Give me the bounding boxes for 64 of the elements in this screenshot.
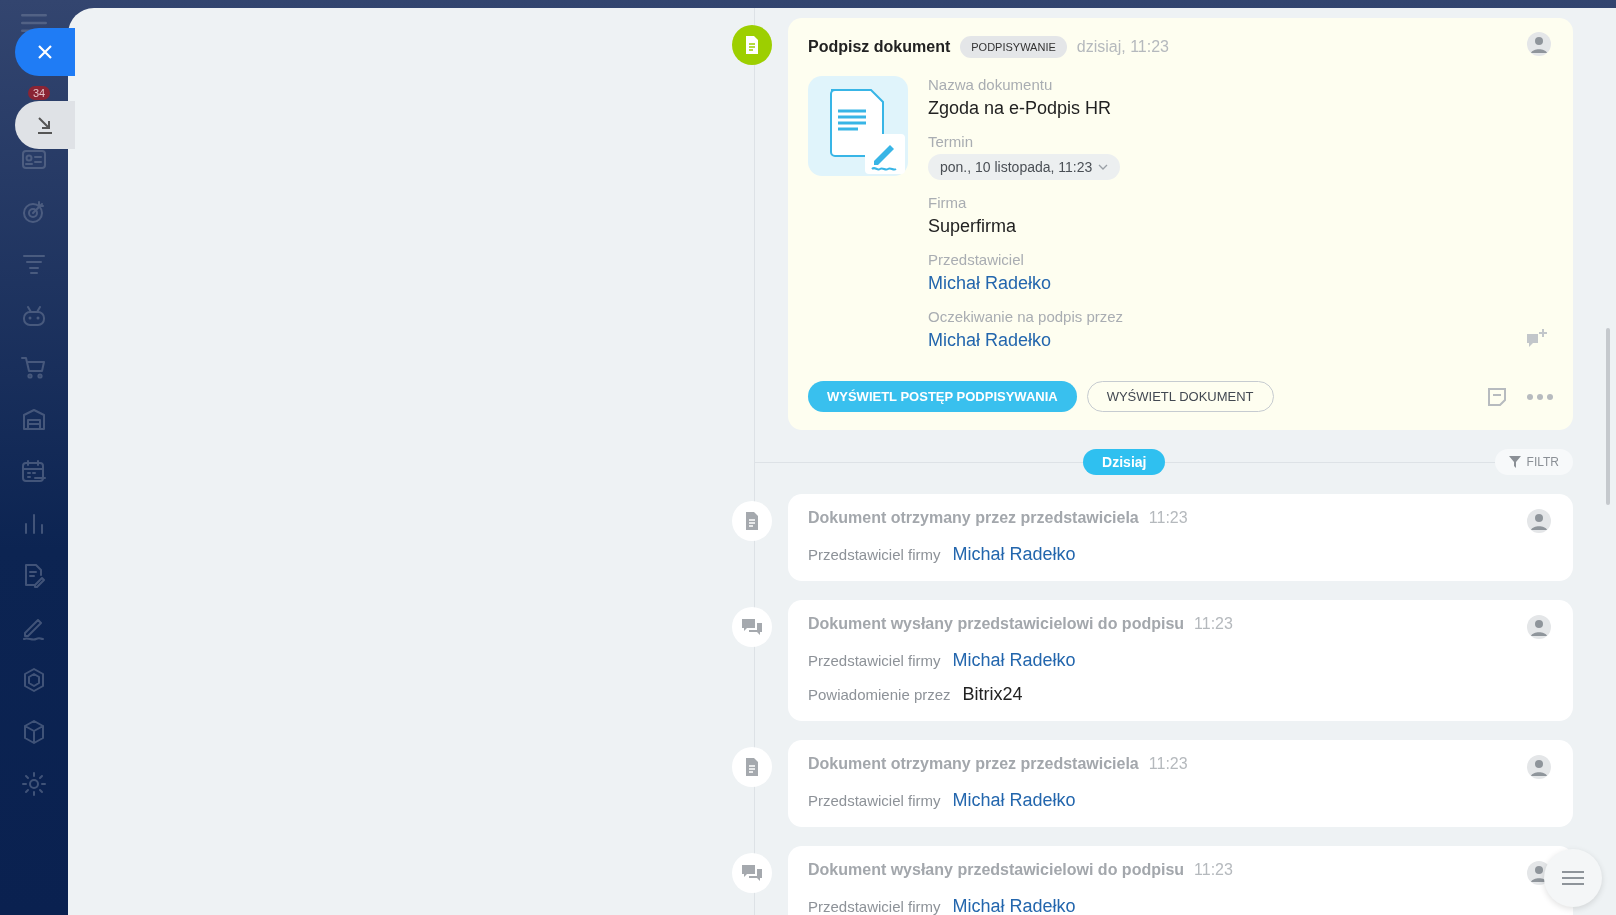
- person-link[interactable]: Michał Radełko: [928, 330, 1124, 351]
- field-label: Przedstawiciel firmy: [808, 792, 941, 809]
- field-label: Firma: [928, 194, 968, 211]
- timestamp: 11:23: [1148, 755, 1188, 773]
- timestamp: 11:23: [1194, 861, 1233, 879]
- document-icon: [745, 758, 759, 776]
- note-icon[interactable]: [1487, 386, 1507, 407]
- timestamp: dzisiaj, 11:23: [1076, 38, 1169, 56]
- close-icon: [38, 45, 52, 59]
- card-title: Podpisz dokument: [808, 38, 951, 56]
- avatar-icon[interactable]: [1527, 615, 1551, 639]
- counter-badge: 34: [28, 86, 51, 100]
- field-value: Superfirma: [928, 216, 1018, 237]
- timestamp: 11:23: [1194, 615, 1233, 633]
- person-link[interactable]: Michał Radełko: [952, 650, 1076, 671]
- filter-button[interactable]: FILTR: [1494, 449, 1573, 475]
- chat-icon: [742, 864, 762, 882]
- storefront-icon[interactable]: [21, 407, 47, 433]
- person-link[interactable]: Michał Radełko: [952, 896, 1076, 915]
- field-label: Termin: [928, 133, 974, 150]
- close-button[interactable]: [15, 28, 75, 76]
- chat-icon: [742, 618, 762, 636]
- list-icon: [1562, 870, 1584, 886]
- event-title: Dokument wysłany przedstawicielowi do podpisu: [808, 861, 1185, 879]
- person-link[interactable]: Michał Radełko: [952, 790, 1076, 811]
- field-label: Nazwa dokumentu: [928, 76, 1054, 93]
- settings-icon[interactable]: [21, 771, 47, 797]
- deadline-dropdown[interactable]: pon., 10 listopada, 11:23: [928, 154, 1121, 180]
- menu-button[interactable]: [1544, 849, 1602, 907]
- person-link[interactable]: Michał Radełko: [952, 544, 1076, 565]
- field-label: Przedstawiciel firmy: [808, 652, 941, 669]
- field-value: Bitrix24: [962, 684, 1023, 705]
- scrollbar[interactable]: [1606, 328, 1610, 505]
- field-label: Oczekiwanie na podpis przez: [928, 308, 1124, 325]
- more-icon[interactable]: [1527, 393, 1553, 400]
- document-signature-icon: [808, 76, 908, 176]
- field-label: Przedstawiciel firmy: [808, 898, 941, 915]
- document-icon: [745, 36, 759, 54]
- chevron-down-icon: [1098, 164, 1109, 170]
- avatar-icon[interactable]: [1527, 755, 1551, 779]
- avatar-icon[interactable]: [1527, 509, 1551, 533]
- calendar-icon[interactable]: [21, 459, 47, 485]
- arrow-down-right-icon: [37, 116, 53, 134]
- timestamp: 11:23: [1148, 509, 1188, 527]
- field-value: Zgoda na e-Podpis HR: [928, 98, 1113, 119]
- add-comment-icon[interactable]: [1526, 328, 1548, 350]
- date-label: Dzisiaj: [1083, 449, 1166, 475]
- box-icon[interactable]: [21, 719, 47, 745]
- event-title: Dokument otrzymany przez przedstawiciela: [808, 755, 1139, 773]
- avatar-icon[interactable]: [1527, 32, 1551, 56]
- hexagon-icon[interactable]: [21, 667, 47, 693]
- field-label: Przedstawiciel firmy: [808, 546, 941, 563]
- target-icon[interactable]: [21, 199, 47, 225]
- robot-icon[interactable]: [21, 303, 47, 329]
- person-link[interactable]: Michał Radełko: [928, 273, 1124, 294]
- document-icon: [745, 512, 759, 530]
- collapse-button[interactable]: [15, 101, 75, 149]
- status-badge: PODPISYWANIE: [960, 36, 1067, 58]
- field-label: Powiadomienie przez: [808, 686, 951, 703]
- field-label: Przedstawiciel: [928, 251, 1025, 268]
- event-title: Dokument otrzymany przez przedstawiciela: [808, 509, 1139, 527]
- cart-icon[interactable]: [21, 355, 47, 381]
- event-title: Dokument wysłany przedstawicielowi do podpisu: [808, 615, 1185, 633]
- filter-icon: [1508, 456, 1521, 468]
